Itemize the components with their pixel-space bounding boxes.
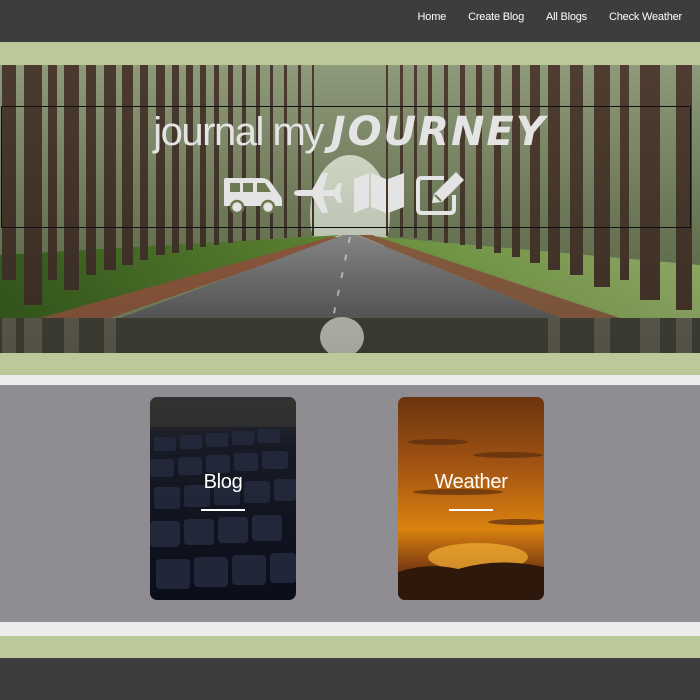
footer-separator-stripe bbox=[0, 622, 700, 636]
blog-card-underline bbox=[201, 509, 245, 511]
logo-icon-row bbox=[222, 168, 468, 218]
separator-stripe bbox=[0, 375, 700, 385]
logo-title-part1: journal my bbox=[153, 110, 324, 154]
logo-title-part2: JOURNEY bbox=[330, 109, 547, 155]
hero-bottom-stripe bbox=[0, 353, 700, 375]
van-icon bbox=[222, 170, 284, 216]
site-logo-title: journal my JOURNEY bbox=[0, 109, 700, 155]
header-accent-stripe bbox=[0, 42, 700, 65]
footer bbox=[0, 658, 700, 700]
hero-banner: journal my JOURNEY bbox=[0, 65, 700, 353]
nav-links: Home Create Blog All Blogs Check Weather bbox=[418, 0, 683, 34]
edit-icon bbox=[414, 169, 468, 217]
weather-card-underline bbox=[449, 509, 493, 511]
main-content-area bbox=[0, 385, 700, 622]
weather-card[interactable]: Weather bbox=[398, 397, 544, 600]
weather-card-label: Weather bbox=[434, 471, 508, 493]
nav-link-all-blogs[interactable]: All Blogs bbox=[546, 11, 587, 23]
sunset-image bbox=[398, 397, 544, 600]
map-icon bbox=[352, 171, 406, 215]
nav-link-create-blog[interactable]: Create Blog bbox=[468, 11, 524, 23]
nav-link-check-weather[interactable]: Check Weather bbox=[609, 11, 682, 23]
nav-link-home[interactable]: Home bbox=[418, 11, 447, 23]
footer-accent-stripe bbox=[0, 636, 700, 658]
top-navbar: Home Create Blog All Blogs Check Weather bbox=[0, 0, 700, 42]
blog-card-label: Blog bbox=[203, 471, 243, 493]
airplane-icon bbox=[292, 170, 344, 216]
keyboard-image bbox=[150, 397, 296, 600]
blog-card[interactable]: Blog bbox=[150, 397, 296, 600]
